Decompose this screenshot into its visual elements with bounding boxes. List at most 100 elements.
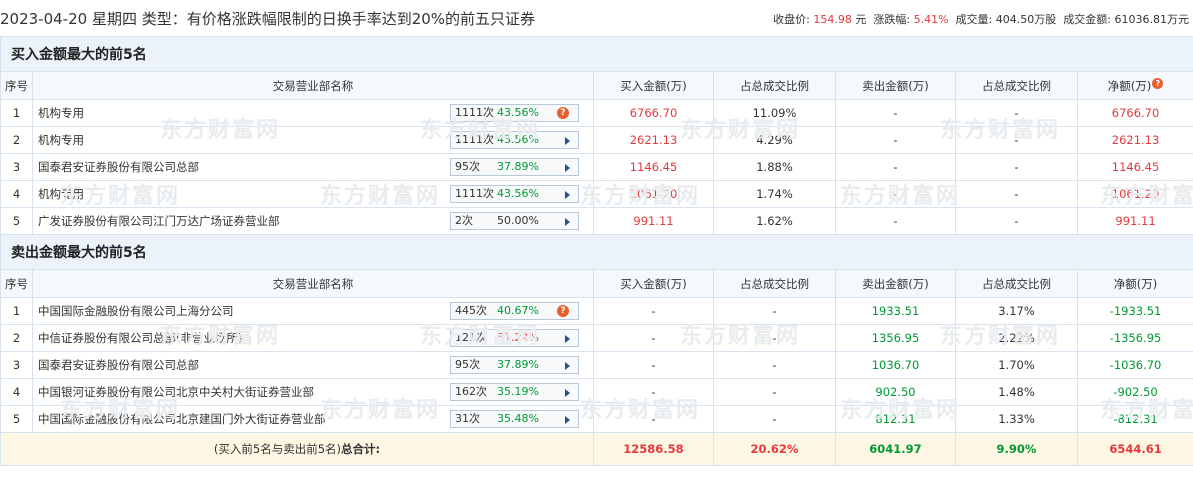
change-value: 5.41% (913, 13, 949, 26)
branch-name[interactable]: 机构专用 (38, 187, 84, 201)
header-label: 卖出金额(万) (862, 78, 929, 93)
arrow-right-icon[interactable] (565, 335, 570, 343)
sell-ratio: - (955, 99, 1078, 127)
branch-name[interactable]: 中国国际金融股份有限公司北京建国门外大街证券营业部 (38, 412, 326, 426)
buy-amount: 991.11 (593, 207, 714, 235)
header-label: 占总成交比例 (982, 78, 1051, 93)
branch-name[interactable]: 机构专用 (38, 106, 84, 120)
branch-stats-badge[interactable]: 2次 50.00% (450, 212, 579, 230)
table-row: 4 机构专用 1111次 43.56% 1061.20 1.74% - -1061.20 (0, 180, 1193, 208)
sell-amount: - (835, 99, 956, 127)
trade-count: 1111次 (455, 133, 494, 146)
help-icon[interactable]: ? (1152, 77, 1164, 89)
arrow-right-icon[interactable] (565, 191, 570, 199)
question-icon[interactable]: ? (557, 305, 569, 317)
sell-amount: 1036.70 (835, 351, 956, 379)
branch-name[interactable]: 机构专用 (38, 133, 84, 147)
sell-ratio: 3.17% (955, 297, 1078, 325)
change-label: 涨跌幅: (873, 13, 911, 26)
success-rate: 40.67% (497, 304, 539, 317)
row-index: 2 (0, 126, 33, 154)
sell-ratio: 2.22% (955, 324, 1078, 352)
branch-cell: 中信证券股份有限公司总部(非营业场所) 121次 51.24% (32, 324, 594, 352)
header-col-sell-ratio: 占总成交比例 (955, 71, 1078, 100)
net-amount: 6766.70 (1076, 99, 1193, 127)
branch-stats-badge[interactable]: 1111次 43.56%? (450, 104, 579, 122)
sell-amount: - (835, 153, 956, 181)
branch-stats-badge[interactable]: 121次 51.24% (450, 329, 579, 347)
table-row: 3 国泰君安证券股份有限公司总部 95次 37.89% - -1036.70 1.70% -1… (0, 351, 1193, 379)
branch-stats-badge[interactable]: 1111次 43.56% (450, 185, 579, 203)
trade-count: 95次 (455, 358, 480, 371)
branch-stats-badge[interactable]: 445次 40.67%? (450, 302, 579, 320)
buy-ratio: - (713, 351, 836, 379)
branch-name[interactable]: 国泰君安证券股份有限公司总部 (38, 358, 199, 372)
sell-amount: 902.50 (835, 378, 956, 406)
buy-amount: - (593, 351, 714, 379)
branch-stats-badge[interactable]: 95次 37.89% (450, 158, 579, 176)
header-label: 交易营业部名称 (272, 276, 354, 291)
sell-ratio: - (955, 153, 1078, 181)
branch-stats-badge[interactable]: 162次 35.19% (450, 383, 579, 401)
total-label-bold: 总合计: (341, 442, 381, 456)
header-col-net-amount: 净额(万) (1076, 269, 1193, 298)
sell-ratio: - (955, 180, 1078, 208)
buy-section-title: 买入金额最大的前5名 (0, 36, 1193, 72)
page-title: 2023-04-20 星期四 类型：有价格涨跌幅限制的日换手率达到20%的前五只… (0, 10, 536, 28)
top-bar: 2023-04-20 星期四 类型：有价格涨跌幅限制的日换手率达到20%的前五只… (0, 0, 1193, 36)
turnover-value: 61036.81万元 (1114, 13, 1190, 26)
branch-name[interactable]: 中信证券股份有限公司总部(非营业场所) (38, 331, 242, 345)
header-label: 交易营业部名称 (272, 78, 354, 93)
buy-amount: 1061.20 (593, 180, 714, 208)
arrow-right-icon[interactable] (565, 416, 570, 424)
trade-count: 1111次 (455, 187, 494, 200)
branch-cell: 机构专用 1111次 43.56% (32, 126, 594, 154)
row-index: 5 (0, 207, 33, 235)
net-amount: -1036.70 (1076, 351, 1193, 379)
success-rate: 35.48% (497, 412, 539, 425)
question-icon[interactable]: ? (557, 107, 569, 119)
total-net: 6544.61 (1076, 432, 1193, 466)
net-amount: 1146.45 (1076, 153, 1193, 181)
buy-amount: 1146.45 (593, 153, 714, 181)
sell-ratio: 1.70% (955, 351, 1078, 379)
header-col-sell-amount: 卖出金额(万) (835, 71, 956, 100)
branch-name[interactable]: 中国银河证券股份有限公司北京中关村大街证券营业部 (38, 385, 314, 399)
branch-stats-badge[interactable]: 31次 35.48% (450, 410, 579, 428)
trade-count: 1111次 (455, 106, 494, 119)
table-row: 1 中国国际金融股份有限公司上海分公司 445次 40.67%? - -1933.51 3.… (0, 297, 1193, 325)
branch-stats-badge[interactable]: 95次 37.89% (450, 356, 579, 374)
branch-cell: 机构专用 1111次 43.56%? (32, 99, 594, 127)
table-row: 5 广发证券股份有限公司江门万达广场证券营业部 2次 50.00% 991.11 1.62… (0, 207, 1193, 235)
branch-name[interactable]: 国泰君安证券股份有限公司总部 (38, 160, 199, 174)
buy-ratio: 1.62% (713, 207, 836, 235)
branch-stats-badge[interactable]: 1111次 43.56% (450, 131, 579, 149)
net-amount: 2621.13 (1076, 126, 1193, 154)
table-row: 1 机构专用 1111次 43.56%? 6766.70 11.09% - -6766.70 (0, 99, 1193, 127)
row-index: 1 (0, 99, 33, 127)
net-amount: -902.50 (1076, 378, 1193, 406)
branch-name[interactable]: 中国国际金融股份有限公司上海分公司 (38, 304, 234, 318)
arrow-right-icon[interactable] (565, 362, 570, 370)
success-rate: 35.19% (497, 385, 539, 398)
sell-ratio: 1.33% (955, 405, 1078, 433)
sell-ratio: - (955, 207, 1078, 235)
buy-ratio: - (713, 405, 836, 433)
arrow-right-icon[interactable] (565, 218, 570, 226)
branch-cell: 中国国际金融股份有限公司上海分公司 445次 40.67%? (32, 297, 594, 325)
buy-ratio: - (713, 324, 836, 352)
buy-ratio: 11.09% (713, 99, 836, 127)
net-amount: -812.31 (1076, 405, 1193, 433)
arrow-right-icon[interactable] (565, 137, 570, 145)
volume-label: 成交量: (955, 13, 993, 26)
arrow-right-icon[interactable] (565, 164, 570, 172)
branch-cell: 中国国际金融股份有限公司北京建国门外大街证券营业部 31次 35.48% (32, 405, 594, 433)
header-col-index: 序号 (0, 71, 33, 100)
header-col-buy-ratio: 占总成交比例 (713, 71, 836, 100)
header-col-buy-ratio: 占总成交比例 (713, 269, 836, 298)
trade-count: 121次 (455, 331, 487, 344)
branch-name[interactable]: 广发证券股份有限公司江门万达广场证券营业部 (38, 214, 280, 228)
sell-amount: - (835, 180, 956, 208)
arrow-right-icon[interactable] (565, 389, 570, 397)
net-amount: -1356.95 (1076, 324, 1193, 352)
